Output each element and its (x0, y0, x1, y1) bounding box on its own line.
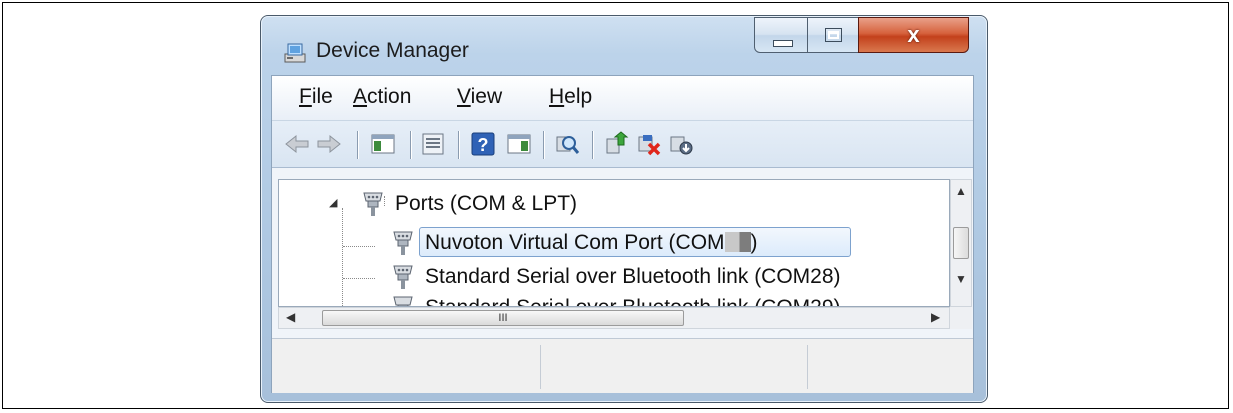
device-manager-icon (284, 43, 306, 63)
port-icon (393, 231, 413, 255)
device-tree[interactable]: ◢ Ports (COM & LPT) Nuvoton Virtual Com … (278, 179, 950, 307)
vertical-scroll-thumb[interactable] (953, 227, 969, 259)
disable-device-icon[interactable] (668, 131, 694, 157)
caption-buttons: x (754, 17, 974, 55)
toolbar-separator (357, 131, 358, 159)
status-cell (541, 345, 808, 389)
menu-view[interactable]: View (457, 84, 502, 110)
vertical-scrollbar[interactable]: ▲ ▼ (950, 179, 972, 307)
maximize-icon (825, 28, 842, 42)
port-icon (393, 296, 413, 306)
status-bar (272, 338, 973, 393)
scroll-left-arrow-icon[interactable]: ◀ (286, 310, 295, 324)
menu-file[interactable]: File (299, 84, 333, 110)
svg-text:?: ? (478, 135, 489, 155)
tree-connector (343, 278, 375, 279)
port-icon (363, 192, 383, 216)
tree-category-label: Ports (COM & LPT) (395, 192, 578, 215)
scroll-grip: III (498, 312, 508, 324)
properties-icon[interactable] (420, 131, 446, 157)
status-cell (272, 345, 541, 389)
uninstall-icon[interactable] (636, 131, 662, 157)
status-cell (808, 345, 974, 389)
menu-action[interactable]: Action (353, 84, 411, 110)
window-title: Device Manager (316, 39, 469, 62)
minimize-icon (773, 40, 793, 47)
menu-help-accel: H (549, 85, 565, 108)
maximize-button[interactable] (807, 17, 859, 53)
menu-file-label: ile (311, 85, 333, 108)
port-icon (393, 265, 413, 289)
toolbar-separator (592, 131, 593, 159)
tree-item-label: Standard Serial over Bluetooth link (COM… (425, 295, 841, 306)
horizontal-scrollbar[interactable]: ◀ III ▶ (278, 307, 950, 329)
forward-arrow-icon[interactable] (316, 131, 342, 157)
close-icon: x (907, 22, 920, 47)
scrollbar-corner (950, 307, 972, 329)
window-client-area: File Action View Help ? ◢ Ports (COM & L… (271, 75, 974, 393)
update-driver-icon[interactable] (604, 131, 630, 157)
toolbar: ? (272, 121, 973, 168)
tree-item-label-suffix: ) (750, 231, 758, 254)
menu-help-label: elp (564, 85, 593, 108)
scroll-down-arrow-icon[interactable]: ▼ (951, 272, 971, 286)
menu-help[interactable]: Help (549, 84, 592, 110)
tree-item-label: Standard Serial over Bluetooth link (COM… (425, 265, 841, 288)
menu-action-label: ction (367, 85, 412, 108)
collapse-triangle-icon[interactable]: ◢ (329, 196, 337, 209)
toolbar-separator (543, 131, 544, 159)
minimize-button[interactable] (754, 17, 808, 53)
menu-view-label: iew (470, 85, 503, 108)
device-manager-window: Device Manager x File Action View Help ?… (260, 15, 988, 403)
scroll-up-arrow-icon[interactable]: ▲ (951, 184, 971, 198)
tree-connector (343, 246, 375, 247)
tree-item-label: Nuvoton Virtual Com Port (COM) (425, 230, 758, 256)
back-arrow-icon[interactable] (284, 131, 310, 157)
toolbar-separator (410, 131, 411, 159)
horizontal-scroll-thumb[interactable]: III (322, 310, 684, 326)
show-action-pane-icon[interactable] (506, 131, 532, 157)
menu-bar: File Action View Help (272, 76, 973, 121)
help-icon[interactable]: ? (470, 131, 496, 157)
scan-hardware-icon[interactable] (554, 131, 580, 157)
toolbar-separator (458, 131, 459, 159)
menu-file-accel: F (299, 85, 312, 108)
scroll-right-arrow-icon[interactable]: ▶ (931, 310, 940, 324)
close-button[interactable]: x (858, 17, 969, 53)
tree-item-label-prefix: Nuvoton Virtual Com Port (COM (425, 231, 725, 254)
tree-connector (342, 208, 343, 306)
show-hide-console-tree-icon[interactable] (370, 131, 396, 157)
menu-view-accel: V (457, 85, 471, 108)
redacted-port-number (724, 232, 751, 252)
menu-action-accel: A (353, 85, 368, 108)
